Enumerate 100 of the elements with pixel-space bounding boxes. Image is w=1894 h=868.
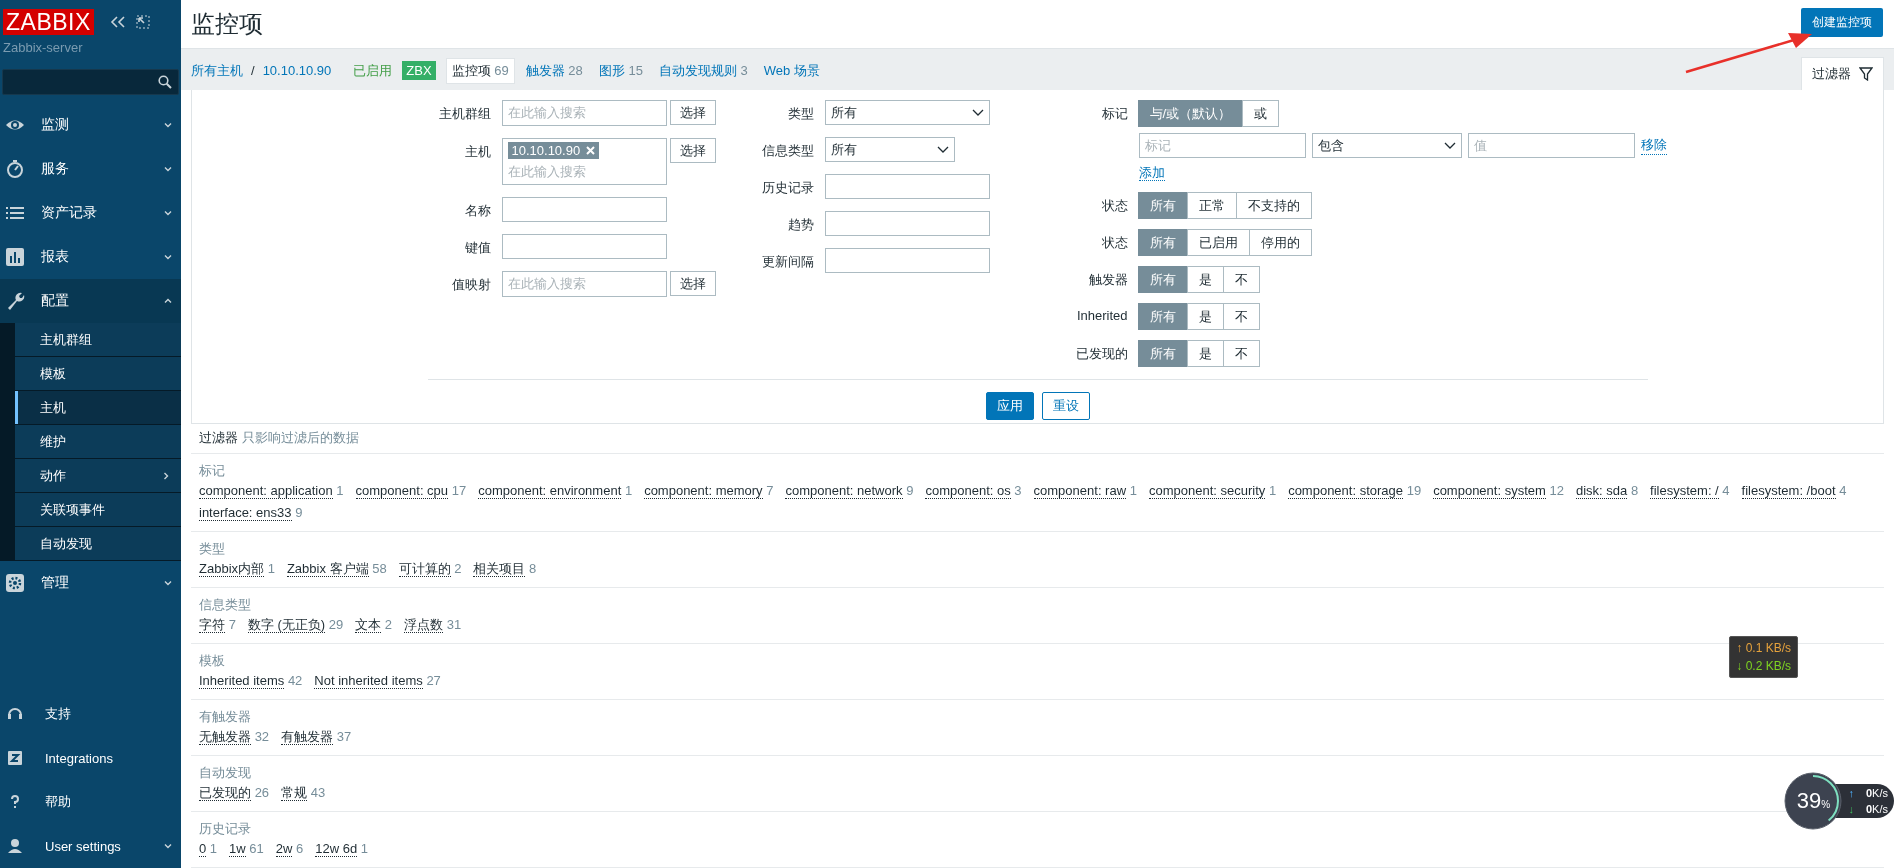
menu-item[interactable]: Integrations	[0, 736, 181, 780]
apply-button[interactable]: 应用	[985, 392, 1034, 420]
segment-option[interactable]: 不	[1222, 303, 1260, 330]
submenu-item[interactable]: 维护	[15, 425, 181, 459]
segment-option[interactable]: 是	[1186, 303, 1224, 330]
subfilter-link[interactable]: 字符	[199, 617, 225, 633]
subfilter-title: 模板	[199, 652, 225, 670]
text-field[interactable]	[824, 248, 990, 273]
subfilter-link[interactable]: component: security	[1148, 483, 1266, 499]
submenu-item[interactable]: 模板	[15, 357, 181, 391]
host-tab[interactable]: 触发器 28	[520, 58, 588, 83]
upload-arrow: ↑	[1848, 787, 1854, 799]
menu-item[interactable]: 帮助	[0, 780, 181, 824]
host-tab[interactable]: 自动发现规则 3	[653, 58, 753, 83]
field-label: 标记	[1100, 105, 1128, 123]
item-count: 1	[209, 841, 218, 856]
subfilter-link[interactable]: filesystem: /boot	[1741, 483, 1836, 499]
search-icon[interactable]	[158, 75, 172, 89]
subfilter-link[interactable]: 常规	[281, 785, 308, 801]
dropdown-field[interactable]: 所有	[824, 137, 955, 162]
subfilter-link[interactable]: 1w	[229, 841, 246, 857]
subfilter-link[interactable]: Not inherited items	[314, 673, 423, 689]
remove-link[interactable]: 移除	[1640, 136, 1667, 155]
add-link[interactable]: 添加	[1138, 165, 1165, 181]
text-field[interactable]	[501, 197, 667, 222]
subfilter-link[interactable]: Zabbix内部	[199, 561, 265, 577]
subfilter-link[interactable]: component: storage	[1288, 483, 1404, 499]
filter-tab[interactable]: 过滤器	[1801, 57, 1884, 90]
submenu-item[interactable]: 关联项事件	[15, 493, 181, 527]
subfilter-link[interactable]: disk: sda	[1575, 483, 1628, 499]
host-tab[interactable]: 监控项 69	[445, 57, 515, 84]
subfilter-link[interactable]: component: network	[785, 483, 903, 499]
submenu-item[interactable]: 自动发现	[15, 527, 181, 561]
tag-name-field[interactable]: 标记	[1138, 133, 1306, 158]
subfilter-link[interactable]: filesystem: /	[1650, 483, 1719, 499]
tag-value-field[interactable]: 值	[1467, 133, 1635, 158]
select-button[interactable]: 选择	[669, 100, 716, 125]
subfilter-link[interactable]: 2w	[275, 841, 293, 857]
search-field[interactable]	[2, 69, 179, 95]
stopwatch-icon	[5, 159, 25, 179]
segment-option[interactable]: 已启用	[1186, 229, 1250, 256]
select-button[interactable]: 选择	[669, 271, 716, 296]
logo[interactable]: ZABBIX	[3, 9, 94, 35]
item-count: 37	[336, 729, 352, 744]
subfilter-link[interactable]: 文本	[355, 617, 382, 633]
subfilter-link[interactable]: Inherited items	[199, 673, 285, 689]
usage-gauge[interactable]: 39%	[1784, 772, 1843, 830]
field-label: 触发器	[1087, 271, 1128, 289]
segment-option[interactable]: 不支持的	[1235, 192, 1312, 219]
subfilter-link[interactable]: 无触发器	[199, 729, 251, 745]
submenu-item[interactable]: 主机群组	[15, 323, 181, 357]
host-tab[interactable]: 图形 15	[593, 58, 648, 83]
menu-item[interactable]: User settings	[0, 824, 181, 868]
menu-item[interactable]: 服务	[0, 147, 181, 191]
create-item-button[interactable]: 创建监控项	[1801, 8, 1883, 37]
remove-icon[interactable]	[586, 146, 596, 155]
subfilter-link[interactable]: component: cpu	[355, 483, 449, 499]
select-button[interactable]: 选择	[669, 138, 716, 163]
segment-option[interactable]: 不	[1222, 266, 1260, 293]
subfilter-link[interactable]: 0	[199, 841, 207, 857]
subfilter-link[interactable]: 数字 (无正负)	[247, 617, 326, 633]
subfilter-link[interactable]: 可计算的	[398, 561, 451, 577]
subfilter-link[interactable]: 12w 6d	[315, 841, 358, 857]
segment-option[interactable]: 停用的	[1248, 229, 1312, 256]
breadcrumb-link[interactable]: 10.10.10.90	[262, 63, 332, 78]
subfilter-link[interactable]: Zabbix 客户端	[286, 561, 369, 577]
collapse-icon[interactable]	[109, 15, 126, 29]
segment-option[interactable]: 是	[1186, 340, 1224, 367]
subfilter-link[interactable]: component: memory	[644, 483, 763, 499]
menu-item[interactable]: 监测	[0, 103, 181, 147]
subfilter-link[interactable]: component: os	[925, 483, 1011, 499]
segment-option[interactable]: 是	[1186, 266, 1224, 293]
segment-option[interactable]: 或	[1242, 100, 1280, 127]
dropdown-field[interactable]: 所有	[824, 100, 990, 125]
submenu-item[interactable]: 主机	[15, 391, 181, 425]
operator-select[interactable]: 包含	[1311, 133, 1462, 158]
segment-option[interactable]: 不	[1222, 340, 1260, 367]
subfilter-link[interactable]: component: raw	[1033, 483, 1127, 499]
text-field[interactable]	[824, 174, 990, 199]
menu-item[interactable]: 资产记录	[0, 191, 181, 235]
subfilter-link[interactable]: component: system	[1433, 483, 1546, 499]
subfilter-link[interactable]: 有触发器	[281, 729, 334, 745]
host-tab[interactable]: Web 场景	[758, 58, 825, 83]
text-field[interactable]	[824, 211, 990, 236]
text-field[interactable]	[501, 234, 667, 259]
menu-item[interactable]: 报表	[0, 235, 181, 279]
subfilter-link[interactable]: 浮点数	[404, 617, 444, 633]
subfilter-link[interactable]: 相关项目	[473, 561, 526, 577]
subfilter-link[interactable]: component: application	[199, 483, 333, 499]
reset-button[interactable]: 重设	[1041, 392, 1090, 420]
menu-item[interactable]: 支持	[0, 692, 181, 736]
breadcrumb-link[interactable]: 所有主机	[191, 61, 243, 80]
subfilter-link[interactable]: component: environment	[478, 483, 622, 499]
menu-item[interactable]: 配置	[0, 279, 181, 323]
kiosk-icon[interactable]	[135, 15, 150, 29]
subfilter-link[interactable]: 已发现的	[199, 785, 251, 801]
subfilter-link[interactable]: interface: ens33	[199, 505, 292, 521]
submenu-item[interactable]: 动作	[15, 459, 181, 493]
menu-item[interactable]: 管理	[0, 561, 181, 605]
segment-option[interactable]: 正常	[1186, 192, 1237, 219]
